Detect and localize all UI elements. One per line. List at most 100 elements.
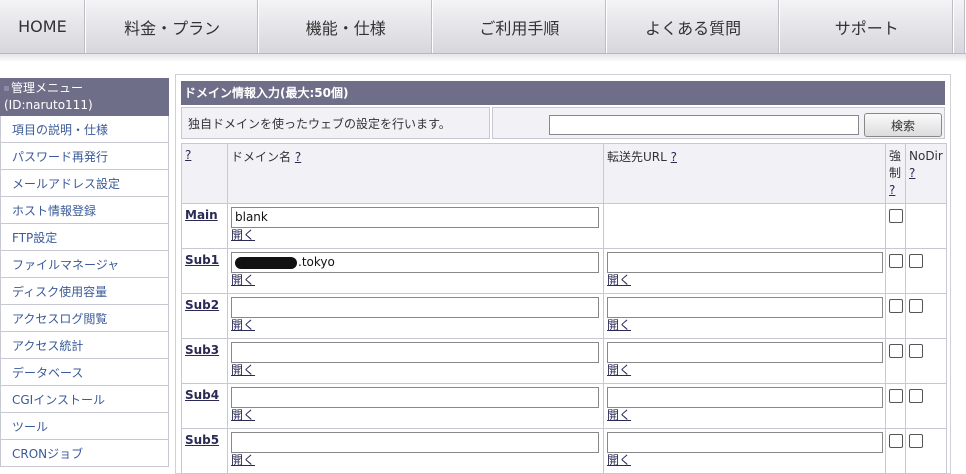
open-link[interactable]: 開く bbox=[607, 274, 885, 287]
domain-input[interactable] bbox=[231, 342, 599, 363]
open-link[interactable]: 開く bbox=[231, 364, 603, 377]
sidebar-title: 管理メニュー bbox=[11, 81, 84, 95]
forward-cell: 開く bbox=[603, 428, 886, 474]
row-label[interactable]: Sub2 bbox=[181, 293, 228, 339]
open-link[interactable]: 開く bbox=[231, 454, 603, 467]
domain-input[interactable] bbox=[231, 387, 599, 408]
sidebar-item-cron[interactable]: CRONジョブ bbox=[0, 440, 169, 467]
nodir-checkbox[interactable] bbox=[909, 344, 923, 358]
row-label[interactable]: Main bbox=[181, 203, 228, 249]
force-cell bbox=[885, 383, 906, 429]
table-row: Sub1 .tokyo 開く 開く bbox=[181, 248, 947, 294]
nav-pricing[interactable]: 料金・プラン bbox=[86, 0, 260, 53]
domain-cell: 開く bbox=[227, 428, 604, 474]
forward-url-input[interactable] bbox=[607, 297, 883, 318]
row-label[interactable]: Sub5 bbox=[181, 428, 228, 474]
open-link[interactable]: 開く bbox=[231, 319, 603, 332]
force-cell bbox=[885, 428, 906, 474]
table-row: Sub2 開く 開く bbox=[181, 293, 947, 339]
force-cell bbox=[885, 203, 906, 249]
nodir-cell bbox=[905, 338, 947, 384]
nodir-cell bbox=[905, 293, 947, 339]
sidebar-item-spec[interactable]: 項目の説明・仕様 bbox=[0, 116, 169, 143]
search-button[interactable]: 検索 bbox=[864, 113, 942, 137]
sidebar-item-database[interactable]: データベース bbox=[0, 359, 169, 386]
table-row: Main blank 開く bbox=[181, 203, 947, 249]
domain-input[interactable] bbox=[231, 297, 599, 318]
header-forward-label: 転送先URL bbox=[607, 150, 667, 164]
nav-edge bbox=[954, 0, 966, 53]
panel-title: ドメイン情報入力(最大:50個) bbox=[181, 81, 945, 105]
force-checkbox[interactable] bbox=[889, 254, 903, 268]
sidebar-item-disk[interactable]: ディスク使用容量 bbox=[0, 278, 169, 305]
header-domain: ドメイン名 ? bbox=[227, 143, 604, 204]
forward-cell: 開く bbox=[603, 293, 886, 339]
nodir-checkbox[interactable] bbox=[909, 434, 923, 448]
force-checkbox[interactable] bbox=[889, 389, 903, 403]
row-label[interactable]: Sub4 bbox=[181, 383, 228, 429]
help-link[interactable]: ? bbox=[295, 150, 301, 164]
sidebar-item-cgi[interactable]: CGIインストール bbox=[0, 386, 169, 413]
domain-input[interactable]: .tokyo bbox=[231, 252, 599, 273]
search-input[interactable] bbox=[549, 115, 859, 135]
force-checkbox[interactable] bbox=[889, 209, 903, 223]
open-link[interactable]: 開く bbox=[607, 364, 885, 377]
nav-faq[interactable]: よくある質問 bbox=[607, 0, 781, 53]
forward-url-input[interactable] bbox=[607, 387, 883, 408]
domain-input[interactable] bbox=[231, 432, 599, 453]
open-link[interactable]: 開く bbox=[607, 409, 885, 422]
force-checkbox[interactable] bbox=[889, 299, 903, 313]
header-force: 強制? bbox=[885, 143, 906, 204]
sidebar-header: 管理メニュー (ID:naruto111) bbox=[0, 78, 169, 116]
domain-cell: 開く bbox=[227, 338, 604, 384]
sidebar-item-access-log[interactable]: アクセスログ閲覧 bbox=[0, 305, 169, 332]
open-link[interactable]: 開く bbox=[607, 319, 885, 332]
force-checkbox[interactable] bbox=[889, 434, 903, 448]
nodir-cell bbox=[905, 203, 947, 249]
header-help: ? bbox=[181, 143, 228, 204]
domain-cell: 開く bbox=[227, 383, 604, 429]
nodir-checkbox[interactable] bbox=[909, 254, 923, 268]
open-link[interactable]: 開く bbox=[231, 274, 603, 287]
nav-features[interactable]: 機能・仕様 bbox=[259, 0, 434, 53]
forward-cell: 開く bbox=[603, 248, 886, 294]
open-link[interactable]: 開く bbox=[607, 454, 885, 467]
force-checkbox[interactable] bbox=[889, 344, 903, 358]
force-cell bbox=[885, 248, 906, 294]
domain-panel: ドメイン情報入力(最大:50個) 独自ドメインを使ったウェブの設定を行います。 … bbox=[175, 74, 951, 474]
header-force-label-1: 強 bbox=[889, 149, 902, 163]
help-link[interactable]: ? bbox=[889, 183, 895, 197]
sidebar-item-access-stats[interactable]: アクセス統計 bbox=[0, 332, 169, 359]
table-row: Sub3 開く 開く bbox=[181, 338, 947, 384]
nav-home[interactable]: HOME bbox=[0, 0, 86, 53]
row-label[interactable]: Sub3 bbox=[181, 338, 228, 384]
sidebar-item-file-manager[interactable]: ファイルマネージャ bbox=[0, 251, 169, 278]
sidebar-item-host[interactable]: ホスト情報登録 bbox=[0, 197, 169, 224]
forward-cell: 開く bbox=[603, 383, 886, 429]
row-label[interactable]: Sub1 bbox=[181, 248, 228, 294]
open-link[interactable]: 開く bbox=[231, 409, 603, 422]
nav-procedure[interactable]: ご利用手順 bbox=[433, 0, 607, 53]
help-link[interactable]: ? bbox=[909, 166, 915, 180]
sidebar-user-id: (ID:naruto111) bbox=[4, 98, 93, 112]
forward-url-input[interactable] bbox=[607, 432, 883, 453]
bullet-icon bbox=[4, 86, 9, 91]
nodir-checkbox[interactable] bbox=[909, 299, 923, 313]
nodir-cell bbox=[905, 428, 947, 474]
forward-url-input[interactable] bbox=[607, 342, 883, 363]
forward-url-input[interactable] bbox=[607, 252, 883, 273]
sidebar-item-ftp[interactable]: FTP設定 bbox=[0, 224, 169, 251]
help-link[interactable]: ? bbox=[671, 150, 677, 164]
header-nodir-label: NoDir bbox=[909, 149, 943, 163]
nodir-checkbox[interactable] bbox=[909, 389, 923, 403]
table-header-row: ? ドメイン名 ? 転送先URL ? 強制? NoDir? bbox=[181, 143, 947, 204]
panel-intro: 独自ドメインを使ったウェブの設定を行います。 bbox=[181, 107, 490, 139]
help-link[interactable]: ? bbox=[185, 148, 191, 162]
sidebar-item-password[interactable]: パスワード再発行 bbox=[0, 143, 169, 170]
search-area: 検索 bbox=[492, 107, 945, 139]
nav-support[interactable]: サポート bbox=[780, 0, 955, 53]
sidebar-item-tools[interactable]: ツール bbox=[0, 413, 169, 440]
sidebar-item-email[interactable]: メールアドレス設定 bbox=[0, 170, 169, 197]
open-link[interactable]: 開く bbox=[231, 229, 603, 242]
domain-input[interactable]: blank bbox=[231, 207, 599, 228]
